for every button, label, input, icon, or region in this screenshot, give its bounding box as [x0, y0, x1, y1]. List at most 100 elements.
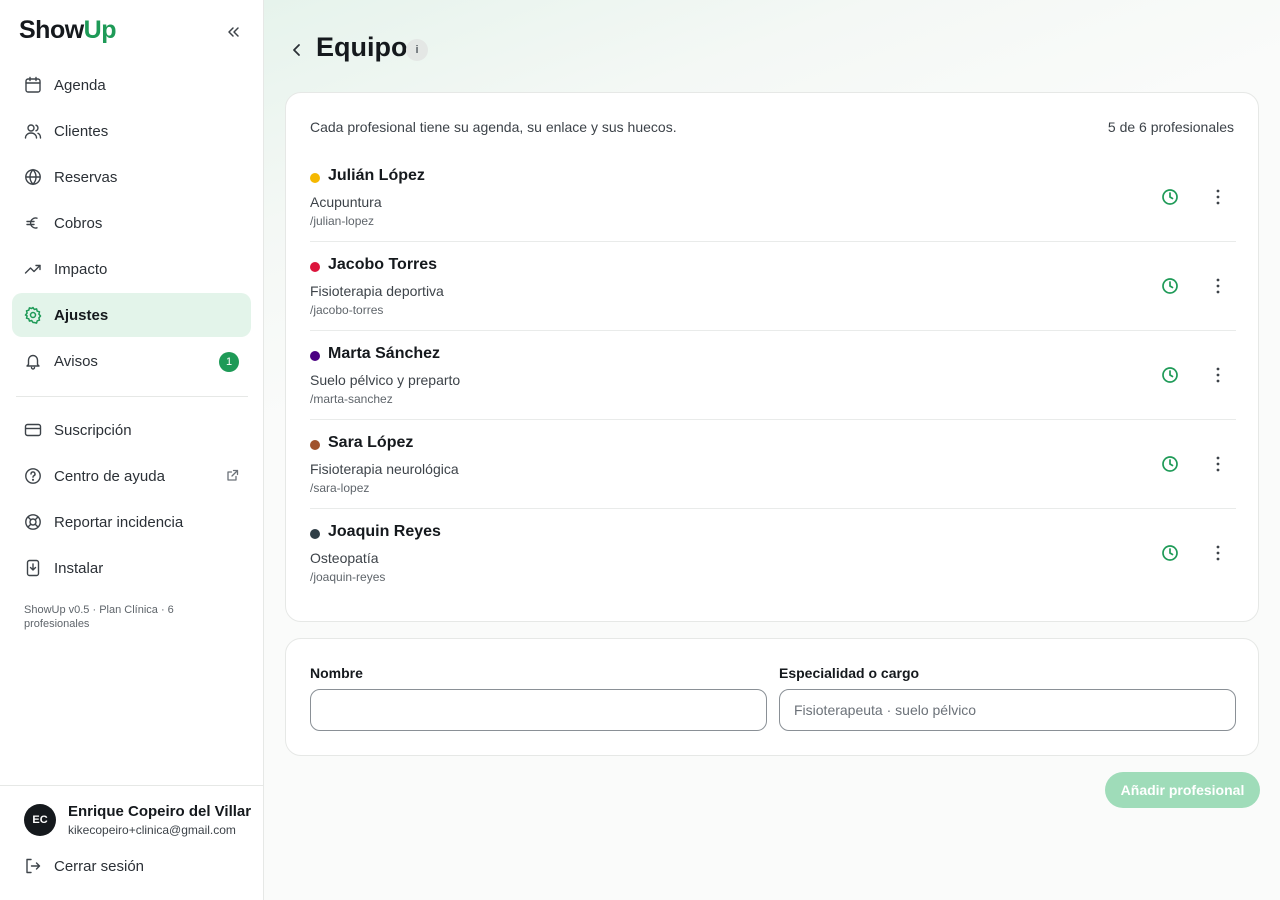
- member-name: Marta Sánchez: [328, 345, 441, 362]
- sidebar-item-label: Agenda: [54, 76, 106, 94]
- sidebar-item-label: Suscripción: [54, 421, 132, 439]
- main-content: Equipo i Cada profesional tiene su agend…: [264, 0, 1280, 900]
- team-list: Julián López Acupuntura /julian-lopez Ja…: [310, 153, 1236, 598]
- member-color-dot: [310, 173, 320, 183]
- logout-button[interactable]: Cerrar sesión: [12, 844, 251, 888]
- member-name: Sara López: [328, 434, 414, 451]
- euro-icon: [24, 214, 42, 232]
- team-card: Cada profesional tiene su agenda, su enl…: [285, 92, 1259, 622]
- bell-icon: [24, 352, 42, 370]
- chevrons-left-icon: [228, 27, 239, 37]
- more-options-button[interactable]: [1208, 187, 1228, 207]
- credit-card-icon: [24, 421, 42, 439]
- clock-icon: [1162, 456, 1178, 472]
- name-field-label: Nombre: [310, 665, 363, 681]
- secondary-nav: Suscripción Centro de ayuda Reportar inc…: [12, 408, 251, 592]
- schedule-button[interactable]: [1160, 543, 1180, 563]
- team-member-row[interactable]: Joaquin Reyes Osteopatía /joaquin-reyes: [310, 509, 1236, 598]
- sidebar-item-ajustes[interactable]: Ajustes: [12, 293, 251, 337]
- schedule-button[interactable]: [1160, 276, 1180, 296]
- logout-area: Cerrar sesión: [12, 844, 251, 890]
- logo-prefix: Show: [19, 16, 84, 44]
- member-slug: /jacobo-torres: [310, 303, 384, 317]
- user-name: Enrique Copeiro del Villar: [68, 803, 252, 820]
- member-color-dot: [310, 351, 320, 361]
- sidebar-item-reportar-incidencia[interactable]: Reportar incidencia: [12, 500, 251, 544]
- team-member-row[interactable]: Sara López Fisioterapia neurológica /sar…: [310, 420, 1236, 509]
- member-name: Joaquin Reyes: [328, 523, 441, 540]
- notification-badge: 1: [219, 352, 239, 372]
- more-vertical-icon: [1216, 456, 1220, 472]
- clock-icon: [1162, 545, 1178, 561]
- page-title: Equipo: [316, 32, 408, 62]
- more-options-button[interactable]: [1208, 276, 1228, 296]
- info-button[interactable]: i: [406, 39, 428, 61]
- more-vertical-icon: [1216, 189, 1220, 205]
- team-member-row[interactable]: Jacobo Torres Fisioterapia deportiva /ja…: [310, 242, 1236, 331]
- member-slug: /julian-lopez: [310, 214, 375, 228]
- member-specialty: Suelo pélvico y preparto: [310, 372, 461, 388]
- gear-icon: [24, 306, 42, 324]
- external-link-icon: [226, 469, 239, 487]
- team-description: Cada profesional tiene su agenda, su enl…: [310, 119, 677, 135]
- team-count: 5 de 6 profesionales: [1107, 119, 1234, 135]
- calendar-icon: [24, 76, 42, 94]
- sidebar-item-reservas[interactable]: Reservas: [12, 155, 251, 199]
- member-slug: /joaquin-reyes: [310, 570, 386, 584]
- schedule-button[interactable]: [1160, 365, 1180, 385]
- avatar[interactable]: EC: [24, 804, 56, 836]
- sidebar-item-suscripcion[interactable]: Suscripción: [12, 408, 251, 452]
- sidebar-item-label: Clientes: [54, 122, 109, 140]
- install-icon: [24, 559, 42, 577]
- member-specialty: Fisioterapia deportiva: [310, 283, 444, 299]
- add-professional-button[interactable]: Añadir profesional: [1105, 772, 1260, 808]
- lifebuoy-icon: [24, 513, 42, 531]
- member-specialty: Acupuntura: [310, 194, 382, 210]
- logout-icon: [24, 857, 42, 875]
- app-logo[interactable]: ShowUp: [19, 16, 117, 45]
- more-options-button[interactable]: [1208, 365, 1228, 385]
- clock-icon: [1162, 367, 1178, 383]
- sidebar-item-label: Centro de ayuda: [54, 467, 165, 485]
- schedule-button[interactable]: [1160, 454, 1180, 474]
- member-color-dot: [310, 262, 320, 272]
- sidebar-item-agenda[interactable]: Agenda: [12, 63, 251, 107]
- sidebar-item-label: Impacto: [54, 260, 108, 278]
- back-button[interactable]: [286, 38, 308, 62]
- sidebar-item-instalar[interactable]: Instalar: [12, 546, 251, 590]
- team-member-row[interactable]: Julián López Acupuntura /julian-lopez: [310, 153, 1236, 242]
- help-circle-icon: [24, 467, 42, 485]
- schedule-button[interactable]: [1160, 187, 1180, 207]
- member-slug: /marta-sanchez: [310, 392, 393, 406]
- sidebar-item-label: Cobros: [54, 214, 103, 232]
- footer-divider: [0, 785, 263, 786]
- sidebar-item-centro-de-ayuda[interactable]: Centro de ayuda: [12, 454, 251, 498]
- sidebar-item-label: Avisos: [54, 352, 98, 370]
- sidebar-item-cobros[interactable]: Cobros: [12, 201, 251, 245]
- more-vertical-icon: [1216, 545, 1220, 561]
- more-options-button[interactable]: [1208, 454, 1228, 474]
- clock-icon: [1162, 278, 1178, 294]
- sidebar-item-avisos[interactable]: Avisos 1: [12, 339, 251, 383]
- more-vertical-icon: [1216, 278, 1220, 294]
- sidebar-item-label: Instalar: [54, 559, 104, 577]
- users-icon: [24, 122, 42, 140]
- member-slug: /sara-lopez: [310, 481, 370, 495]
- sidebar-item-clientes[interactable]: Clientes: [12, 109, 251, 153]
- team-member-row[interactable]: Marta Sánchez Suelo pélvico y preparto /…: [310, 331, 1236, 420]
- name-field[interactable]: [310, 689, 767, 731]
- sidebar-item-label: Reservas: [54, 168, 118, 186]
- collapse-sidebar-button[interactable]: [222, 22, 244, 42]
- member-color-dot: [310, 529, 320, 539]
- user-email: kikecopeiro+clinica@gmail.com: [68, 823, 236, 837]
- member-color-dot: [310, 440, 320, 450]
- sidebar-item-impacto[interactable]: Impacto: [12, 247, 251, 291]
- more-vertical-icon: [1216, 367, 1220, 383]
- logout-label: Cerrar sesión: [54, 857, 145, 875]
- sidebar-item-label: Reportar incidencia: [54, 513, 184, 531]
- globe-icon: [24, 168, 42, 186]
- sidebar-item-label: Ajustes: [54, 306, 109, 324]
- more-options-button[interactable]: [1208, 543, 1228, 563]
- specialty-field[interactable]: [779, 689, 1236, 731]
- member-specialty: Fisioterapia neurológica: [310, 461, 459, 477]
